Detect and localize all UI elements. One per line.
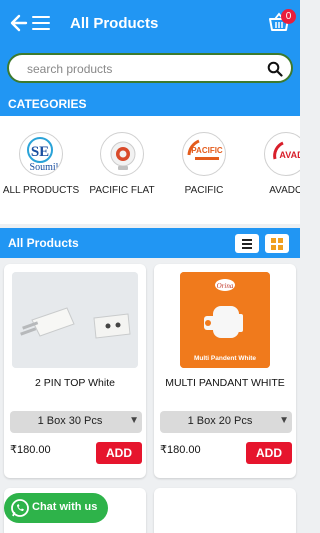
products-title: All Products [8,236,79,250]
category-item-pacific[interactable]: PACIFIC PACIFIC [164,132,244,196]
product-name: MULTI PANDANT WHITE [165,377,285,389]
list-view-button[interactable] [235,234,259,253]
category-item-all-products[interactable]: SE Soumil ALL PRODUCTS [1,132,81,196]
chat-label: Chat with us [32,501,98,513]
product-card[interactable] [154,488,296,533]
product-price: ₹180.00 [10,444,51,456]
pack-size-select[interactable]: 1 Box 30 Pcs ▼ [10,411,142,433]
category-item-pacific-flat[interactable]: PACIFIC FLAT [82,132,162,196]
page-title: All Products [70,15,159,32]
category-label: ALL PRODUCTS [2,185,80,196]
back-arrow-icon[interactable] [10,13,28,33]
categories-title: CATEGORIES [8,97,87,111]
grid-icon [271,238,283,250]
svg-text:Multi Pandent White: Multi Pandent White [194,355,256,362]
product-image[interactable] [12,272,138,368]
svg-text:Soumil: Soumil [30,162,59,173]
category-logo: PACIFIC [182,132,226,176]
category-logo: SE Soumil [19,132,63,176]
svg-text:AVADO: AVADO [279,150,300,160]
cart-count-badge: 0 [281,9,296,24]
product-card[interactable]: Orina Multi Pandent White MULTI PANDANT … [154,264,296,478]
app-bar: All Products 0 [0,0,300,92]
add-to-cart-button[interactable]: ADD [96,442,142,464]
categories-header: CATEGORIES [0,92,300,116]
whatsapp-icon [10,498,30,518]
product-image[interactable]: Orina Multi Pandent White [180,272,270,368]
product-name: 2 PIN TOP White [35,377,115,389]
menu-icon[interactable] [32,16,50,30]
category-label: PACIFIC FLAT [89,185,155,196]
category-image [100,132,144,176]
search-icon[interactable] [267,61,283,77]
pack-size-select[interactable]: 1 Box 20 Pcs ▼ [160,411,292,433]
product-price: ₹180.00 [160,444,201,456]
dropdown-arrow-icon: ▼ [279,415,289,426]
list-icon [242,239,252,249]
chat-with-us-button[interactable]: Chat with us [4,493,108,523]
pack-size-value: 1 Box 30 Pcs [37,415,103,427]
add-to-cart-button[interactable]: ADD [246,442,292,464]
category-label: PACIFIC [184,185,224,196]
svg-text:Orina: Orina [217,282,234,290]
svg-text:PACIFIC: PACIFIC [191,146,223,155]
category-logo: AVADO [264,132,300,176]
search-bar [7,53,293,83]
category-label: AVADO [269,185,300,196]
products-header: All Products [0,228,300,258]
svg-text:SE: SE [31,144,49,160]
dropdown-arrow-icon: ▼ [129,415,139,426]
grid-view-button[interactable] [265,234,289,253]
category-item-avado[interactable]: AVADO AVADO [246,132,300,196]
pack-size-value: 1 Box 20 Pcs [187,415,253,427]
product-card[interactable]: 2 PIN TOP White 1 Box 30 Pcs ▼ ₹180.00 A… [4,264,146,478]
search-input[interactable] [27,60,257,78]
categories-carousel[interactable]: SE Soumil ALL PRODUCTS PACIFIC FLAT PACI… [0,116,300,224]
